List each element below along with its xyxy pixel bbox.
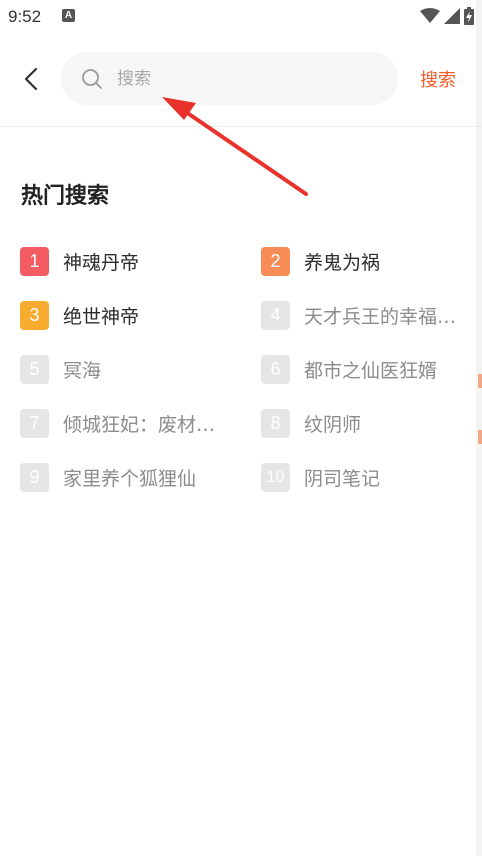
- search-header: 搜索: [0, 36, 482, 127]
- hot-search-item[interactable]: 7 倾城狂妃：废材…: [20, 407, 215, 439]
- rank-badge: 6: [261, 354, 290, 384]
- rank-badge: 5: [20, 354, 49, 384]
- hot-search-title-text: 倾城狂妃：废材…: [63, 413, 216, 436]
- hot-search-item[interactable]: 10 阴司笔记: [261, 461, 380, 493]
- hot-search-item[interactable]: 1 神魂丹帝: [20, 245, 139, 277]
- hot-search-title-text: 天才兵王的幸福…: [304, 305, 457, 328]
- hot-search-item[interactable]: 4 天才兵王的幸福…: [261, 299, 456, 331]
- back-button[interactable]: [14, 62, 48, 96]
- hot-search-item[interactable]: 3 绝世神帝: [20, 299, 139, 331]
- status-time: 9:52: [8, 7, 42, 26]
- background-edge-mark: [478, 430, 482, 444]
- search-bar[interactable]: [61, 52, 398, 105]
- rank-badge: 4: [261, 300, 290, 330]
- search-icon: [81, 68, 103, 90]
- wifi-icon: [420, 8, 440, 23]
- hot-search-title-text: 冥海: [63, 359, 102, 382]
- hot-search-title-text: 阴司笔记: [304, 467, 381, 490]
- background-page-edge: [476, 0, 482, 856]
- status-bar: 9:52 A: [0, 0, 482, 36]
- rank-badge: 9: [20, 462, 49, 492]
- hot-search-title-text: 都市之仙医狂婿: [304, 359, 438, 382]
- rank-badge: 7: [20, 408, 49, 438]
- chevron-left-icon: [24, 67, 38, 91]
- battery-charging-icon: [464, 7, 474, 25]
- hot-search-title-text: 绝世神帝: [63, 305, 140, 328]
- rank-badge: 1: [20, 246, 49, 276]
- hot-search-item[interactable]: 2 养鬼为祸: [261, 245, 380, 277]
- hot-search-item[interactable]: 5 冥海: [20, 353, 101, 385]
- status-icons: [420, 6, 474, 26]
- notification-a-icon: A: [62, 9, 75, 22]
- hot-search-title: 热门搜索: [21, 184, 110, 209]
- rank-badge: 10: [261, 462, 290, 492]
- hot-search-title-text: 纹阴师: [304, 413, 362, 436]
- rank-badge: 3: [20, 300, 49, 330]
- hot-search-item[interactable]: 8 纹阴师: [261, 407, 361, 439]
- rank-badge: 8: [261, 408, 290, 438]
- hot-search-item[interactable]: 9 家里养个狐狸仙: [20, 461, 196, 493]
- hot-search-title-text: 神魂丹帝: [63, 251, 140, 274]
- search-input[interactable]: [115, 67, 369, 90]
- hot-search-item[interactable]: 6 都市之仙医狂婿: [261, 353, 437, 385]
- hot-search-title-text: 养鬼为祸: [304, 251, 381, 274]
- background-edge-mark: [478, 374, 482, 388]
- rank-badge: 2: [261, 246, 290, 276]
- cellular-signal-icon: [444, 8, 460, 24]
- search-screen: 9:52 A 搜索 搜索 热门搜索 1 神魂丹帝 2 养鬼为祸 3 绝世神帝 4…: [0, 0, 482, 856]
- hot-search-title-text: 家里养个狐狸仙: [63, 467, 197, 490]
- search-button[interactable]: 搜索: [420, 66, 456, 92]
